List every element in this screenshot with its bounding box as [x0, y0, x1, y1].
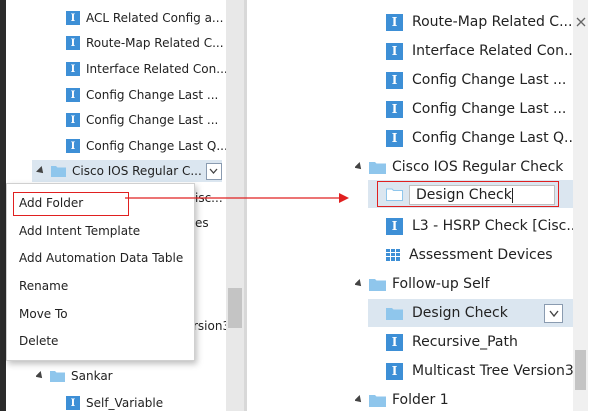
- expand-triangle-icon[interactable]: [36, 166, 46, 176]
- menu-item-add-intent-template[interactable]: Add Intent Template: [19, 224, 140, 238]
- list-item-label: Recursive_Path: [412, 334, 518, 350]
- list-item-label: Self_Variable: [86, 396, 164, 410]
- list-item-label: Config Change Last ...: [412, 72, 567, 88]
- hidden-item-fragment: es: [195, 216, 209, 230]
- folder-icon: [386, 307, 403, 320]
- menu-item-add-automation-data-table[interactable]: Add Automation Data Table: [19, 251, 183, 265]
- folder-label: Cisco IOS Regular C...: [72, 164, 202, 178]
- list-item[interactable]: I Multicast Tree Version3: [386, 360, 581, 382]
- list-item[interactable]: I Route-Map Related C...: [66, 32, 226, 54]
- data-table-icon: [386, 249, 400, 261]
- left-scrollbar-thumb[interactable]: [228, 288, 242, 328]
- list-item-label: Multicast Tree Version3: [412, 363, 574, 379]
- input-value: Design Check: [416, 187, 512, 203]
- list-item[interactable]: I L3 - HSRP Check [Cisc...: [386, 215, 586, 237]
- menu-item-move-to[interactable]: Move To: [19, 307, 68, 321]
- annotation-arrow: [125, 193, 349, 203]
- list-item[interactable]: I Config Change Last ...: [386, 69, 586, 91]
- folder-row-followup[interactable]: Follow-up Self: [355, 273, 580, 295]
- folder-icon: [386, 188, 403, 201]
- list-item-label: Config Change Last ...: [412, 101, 567, 117]
- list-item-label: L3 - HSRP Check [Cisc...: [412, 218, 580, 234]
- expand-triangle-icon[interactable]: [355, 395, 364, 405]
- menu-item-rename[interactable]: Rename: [19, 279, 68, 293]
- intent-icon: I: [386, 71, 403, 89]
- folder-row-folder1[interactable]: Folder 1: [355, 389, 555, 411]
- close-icon[interactable]: [575, 16, 587, 28]
- intent-icon: I: [66, 11, 80, 25]
- list-item-label: Config Change Last Q...: [412, 130, 578, 146]
- list-item[interactable]: I Interface Related Con...: [386, 40, 586, 62]
- intent-icon: I: [66, 36, 80, 50]
- expand-triangle-icon[interactable]: [355, 279, 364, 289]
- list-item-label: Config Change Last Q...: [86, 139, 226, 153]
- intent-icon: I: [386, 362, 403, 380]
- list-item[interactable]: I Interface Related Con...: [66, 58, 226, 80]
- list-item[interactable]: I Config Change Last Q...: [66, 135, 226, 157]
- right-scrollbar-thumb[interactable]: [575, 350, 586, 390]
- list-item[interactable]: I Config Change Last ...: [386, 98, 586, 120]
- intent-icon: I: [386, 13, 403, 31]
- menu-item-delete[interactable]: Delete: [19, 334, 58, 348]
- list-item[interactable]: I Config Change Last ...: [66, 84, 226, 106]
- list-item-label: Interface Related Con...: [86, 62, 226, 76]
- new-folder-name-input[interactable]: Design Check: [409, 185, 555, 205]
- folder-icon: [51, 166, 66, 177]
- chevron-down-icon[interactable]: [205, 162, 222, 180]
- intent-icon: I: [66, 62, 80, 76]
- intent-icon: I: [386, 100, 403, 118]
- expand-triangle-icon[interactable]: [36, 371, 45, 381]
- folder-label: Design Check: [412, 305, 508, 321]
- intent-icon: I: [66, 139, 80, 153]
- menu-item-add-folder[interactable]: Add Folder: [19, 196, 83, 210]
- list-item-label: Config Change Last ...: [86, 113, 219, 127]
- list-item[interactable]: I Config Change Last Q...: [386, 127, 586, 149]
- list-item-label: Assessment Devices: [409, 247, 553, 263]
- intent-icon: I: [386, 129, 403, 147]
- list-item[interactable]: I Recursive_Path: [386, 331, 586, 353]
- intent-icon: I: [66, 88, 80, 102]
- folder-label: Cisco IOS Regular Check: [392, 159, 564, 175]
- list-item[interactable]: Assessment Devices: [386, 244, 586, 266]
- folder-icon: [369, 161, 386, 174]
- chevron-down-icon[interactable]: [544, 304, 563, 323]
- list-item[interactable]: I Route-Map Related C...: [386, 11, 586, 33]
- text-cursor: [511, 187, 513, 203]
- list-item-label: Config Change Last ...: [86, 88, 219, 102]
- folder-label: Folder 1: [392, 392, 449, 408]
- folder-row-cisco[interactable]: Cisco IOS Regular Check: [355, 156, 580, 178]
- intent-icon: I: [386, 217, 403, 235]
- intent-icon: I: [386, 333, 403, 351]
- folder-label: Sankar: [71, 369, 113, 383]
- list-item[interactable]: I Config Change Last ...: [66, 109, 226, 131]
- list-item[interactable]: I ACL Related Config a...: [66, 7, 226, 29]
- list-item-label: Interface Related Con...: [412, 43, 578, 59]
- hidden-item-fragment: rsion3: [193, 319, 231, 333]
- list-item-label: Route-Map Related C...: [86, 36, 224, 50]
- folder-row-sankar[interactable]: Sankar: [36, 365, 216, 387]
- intent-icon: I: [66, 396, 80, 410]
- folder-label: Follow-up Self: [392, 276, 490, 292]
- folder-icon: [369, 394, 386, 407]
- intent-icon: I: [386, 42, 403, 60]
- intent-icon: I: [66, 113, 80, 127]
- folder-icon: [50, 371, 65, 382]
- folder-icon: [369, 278, 386, 291]
- expand-triangle-icon[interactable]: [355, 162, 364, 172]
- selected-folder-row[interactable]: Cisco IOS Regular C...: [32, 160, 222, 182]
- list-item-label: ACL Related Config a...: [86, 11, 224, 25]
- list-item-label: Route-Map Related C...: [412, 14, 573, 30]
